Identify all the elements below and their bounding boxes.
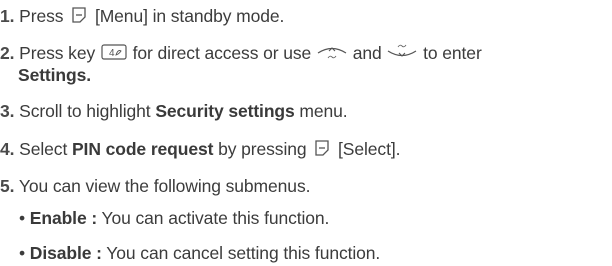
step-3: 3. Scroll to highlight Security settings… <box>0 100 348 122</box>
menu-name: PIN code request <box>71 139 214 159</box>
soft-key-left-icon <box>68 5 90 25</box>
submenu-item-enable: • Enable : You can activate this functio… <box>19 207 329 229</box>
submenu-item-disable: • Disable : You can cancel setting this … <box>19 242 380 264</box>
step-text: Scroll to highlight <box>19 101 151 121</box>
step-number: 3. <box>0 101 15 121</box>
step-text: by pressing <box>218 139 307 159</box>
submenu-label: Disable : <box>29 243 102 263</box>
step-5: 5. You can view the following submenus. <box>0 175 310 197</box>
step-2-continued: Settings. <box>18 64 91 86</box>
key-4-legend: 4 <box>109 48 115 59</box>
menu-name: Security settings <box>155 101 295 121</box>
submenu-label: Enable : <box>29 208 98 228</box>
step-text: [Menu] in standby mode. <box>94 6 285 26</box>
step-4: 4. Select PIN code request by pressing [… <box>0 138 400 160</box>
key-4-icon: 4 <box>100 42 128 62</box>
bullet: • <box>19 208 26 228</box>
step-text: Press key <box>19 43 96 63</box>
step-text: to enter <box>423 43 482 63</box>
submenu-description: You can cancel setting this function. <box>106 243 381 263</box>
step-2: 2. Press key 4 for direct access or use … <box>0 42 482 64</box>
bullet: • <box>19 243 26 263</box>
step-text: Select <box>19 139 68 159</box>
step-number: 4. <box>0 139 15 159</box>
step-number: 2. <box>0 43 15 63</box>
step-1: 1. Press [Menu] in standby mode. <box>0 5 284 27</box>
menu-name: Settings. <box>18 65 91 85</box>
nav-down-icon <box>386 42 418 62</box>
step-text: [Select]. <box>338 139 401 159</box>
instructions: 1. Press [Menu] in standby mode. 2. Pres… <box>0 0 612 266</box>
step-text: for direct access or use <box>132 43 312 63</box>
step-text: Press <box>19 6 64 26</box>
submenu-description: You can activate this function. <box>101 208 330 228</box>
nav-up-icon <box>316 42 348 62</box>
step-text: menu. <box>299 101 348 121</box>
step-number: 1. <box>0 6 15 26</box>
step-text: and <box>352 43 382 63</box>
soft-key-left-icon <box>311 138 333 158</box>
step-text: You can view the following submenus. <box>18 176 311 196</box>
step-number: 5. <box>0 176 15 196</box>
